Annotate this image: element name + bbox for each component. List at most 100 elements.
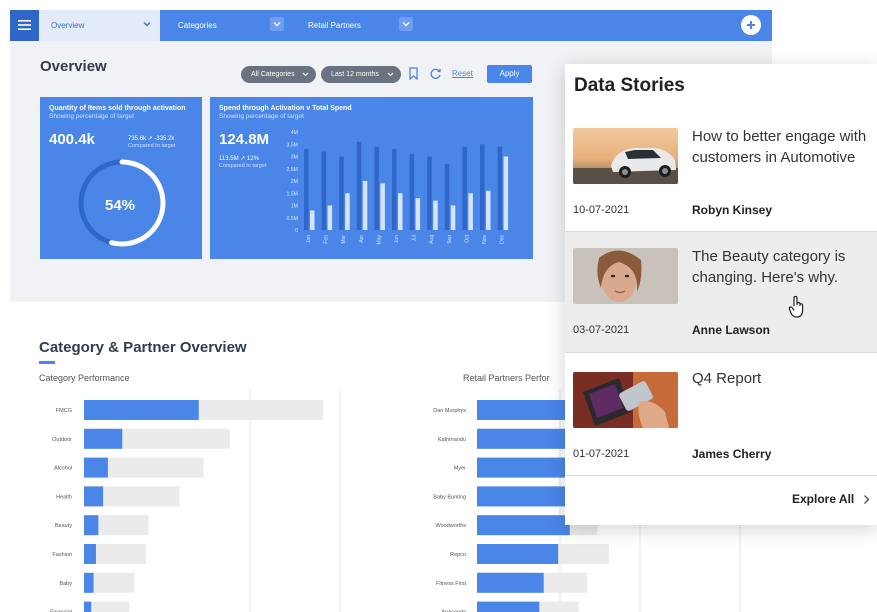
category-label: FMCG [56, 408, 72, 414]
value-bar [84, 486, 104, 507]
y-tick-label: 2.5M [286, 167, 298, 173]
bar [427, 156, 432, 230]
x-tick-label: Sep [447, 235, 453, 244]
kpi-card-spend: Spend through Activation v Total Spend S… [210, 97, 533, 259]
category-label: Kathmandu [438, 437, 466, 443]
bookmark-icon[interactable] [409, 67, 418, 80]
bar [321, 151, 327, 230]
divider [565, 352, 877, 353]
tab-categories[interactable]: Categories [166, 10, 284, 41]
y-tick-label: 3.5M [286, 142, 298, 148]
category-label: Beauty [55, 523, 72, 529]
bar [444, 163, 450, 230]
x-tick-label: Nov [482, 235, 488, 244]
category-label: Baby [59, 581, 72, 587]
chevron-down-icon [270, 17, 284, 31]
explore-all-link[interactable]: Explore All [792, 492, 854, 506]
kpi-title: Quantity of Items sold through activatio… [49, 105, 186, 112]
kpi-delta-sub: Compared to target [219, 163, 267, 169]
y-tick-label: 2M [291, 179, 298, 185]
retail-partners-heading: Retail Partners Perfor [463, 373, 550, 383]
chevron-down-icon [399, 17, 413, 31]
x-tick-label: Jan [306, 235, 312, 243]
category-filter-dropdown[interactable]: All Categories [241, 66, 316, 83]
tab-overview[interactable]: Overview [39, 10, 160, 41]
y-tick-label: 1.5M [286, 191, 298, 197]
kpi-delta-sub: Compared to target [128, 143, 176, 149]
bar [503, 156, 509, 230]
add-button[interactable] [741, 15, 761, 35]
plus-icon [747, 21, 755, 29]
apply-button[interactable]: Apply [487, 65, 532, 83]
story-card[interactable]: How to better engage with customers in A… [565, 116, 877, 236]
bar [362, 181, 368, 230]
category-label: Dan Murphys [433, 408, 466, 414]
reset-link[interactable]: Reset [452, 69, 473, 78]
kpi-value: 400.4k [49, 131, 95, 148]
bar [497, 146, 503, 230]
story-thumbnail-car [573, 128, 678, 184]
y-tick-label: 1M [291, 204, 298, 210]
category-performance-heading: Category Performance [39, 373, 130, 383]
hamburger-menu-button[interactable] [10, 10, 39, 41]
bar [374, 146, 379, 230]
chevron-down-icon [387, 72, 394, 77]
kpi-title: Spend through Activation v Total Spend [219, 105, 352, 112]
refresh-icon[interactable] [429, 67, 442, 80]
panel-title: Data Stories [574, 75, 685, 96]
screenshot-stage: Overview Categories Retail Partners Over… [0, 0, 877, 612]
x-tick-label: Apr [359, 235, 365, 243]
story-author: Robyn Kinsey [692, 203, 773, 217]
tab-overview-label: Overview [51, 21, 85, 30]
story-date: 03-07-2021 [573, 324, 630, 336]
category-label: Baby Bunting [433, 494, 466, 500]
x-tick-label: Mar [341, 235, 347, 244]
bar [339, 156, 344, 230]
tab-categories-label: Categories [178, 21, 217, 30]
hamburger-icon [18, 20, 31, 30]
story-headline[interactable]: How to better engage with customers in A… [692, 126, 872, 168]
x-tick-label: Oct [464, 234, 470, 242]
value-bar [477, 544, 559, 564]
bar [480, 144, 485, 230]
page-title: Overview [40, 58, 107, 75]
bar [398, 193, 403, 230]
kpi-delta: 113.5M ↗ 12% [219, 156, 259, 162]
value-bar [84, 400, 199, 420]
period-filter-dropdown[interactable]: Last 12 months [321, 66, 401, 83]
gauge-percentage: 54% [104, 197, 136, 214]
tab-retail-partners[interactable]: Retail Partners [296, 10, 416, 41]
y-tick-label: 4M [291, 130, 298, 136]
bar [392, 149, 397, 230]
bar [415, 198, 421, 230]
kpi-subtitle: Showing percentage of target [219, 113, 304, 120]
chevron-right-icon [864, 495, 870, 504]
value-bar [84, 428, 123, 449]
kpi-delta: 735.6k ↗ -335.2k [128, 136, 175, 142]
x-tick-label: Dec [500, 235, 506, 244]
category-label: Outdoor [52, 437, 72, 443]
story-headline[interactable]: The Beauty category is changing. Here's … [692, 246, 872, 288]
y-tick-label: 3M [291, 155, 298, 161]
bar [310, 210, 315, 230]
story-author: Anne Lawson [692, 323, 771, 337]
value-bar [477, 572, 544, 593]
bar [468, 193, 473, 230]
x-tick-label: Aug [429, 235, 435, 244]
bar [433, 200, 438, 230]
value-bar [477, 486, 579, 507]
value-bar [84, 457, 108, 478]
kpi-card-activation: Quantity of Items sold through activatio… [40, 97, 202, 259]
bar [409, 154, 415, 230]
category-performance-chart: FMCG Outdoor Alcohol Health Beauty Fashion Bab… [50, 390, 341, 612]
y-tick-label: 0 [295, 228, 298, 234]
story-card[interactable]: The Beauty category is changing. Here's … [565, 232, 877, 352]
story-thumbnail-beauty [573, 248, 678, 304]
bar [356, 141, 362, 230]
category-label: Fashion [52, 552, 72, 558]
spend-bar-chart: 4M 3.5M 3M 2.5M 2M 1.5M 1M 0.5M 0 Jan Feb Mar Apr May… [286, 130, 509, 244]
chevron-down-icon [140, 17, 154, 31]
story-headline[interactable]: Q4 Report [692, 368, 872, 389]
story-card[interactable]: Q4 Report 01-07-2021 James Cherry [565, 354, 877, 474]
value-bar [84, 515, 99, 536]
